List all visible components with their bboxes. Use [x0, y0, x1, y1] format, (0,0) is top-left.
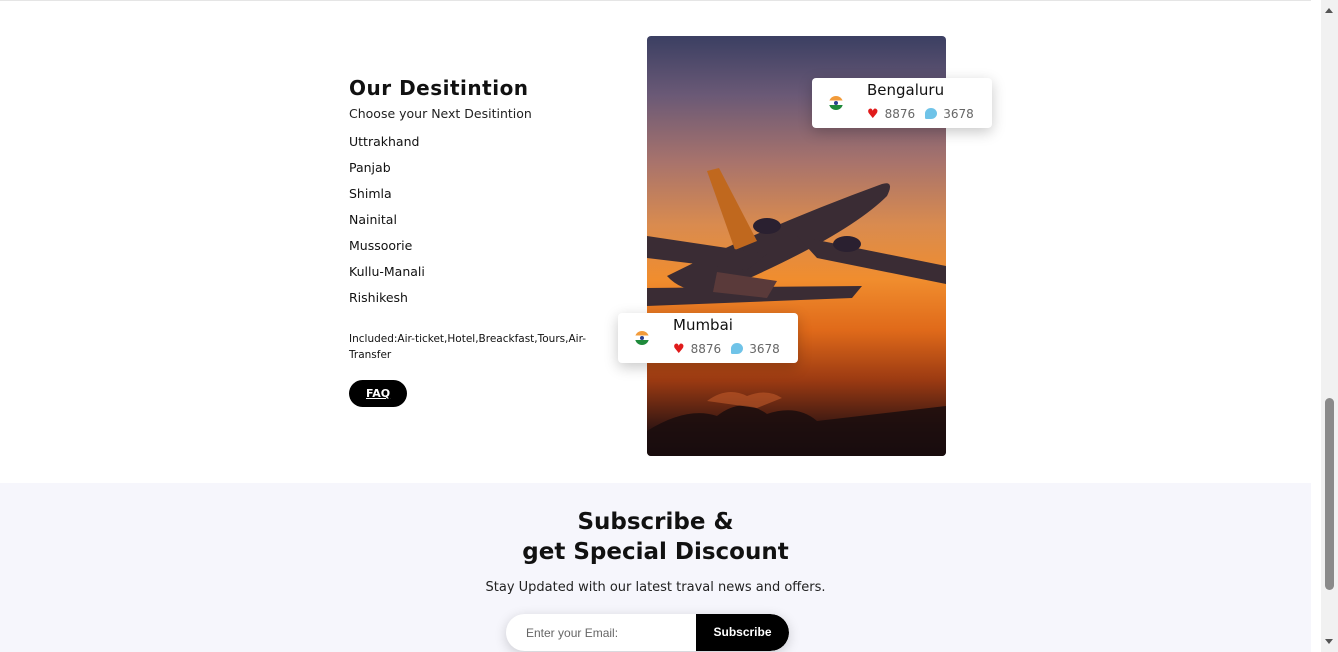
email-input[interactable]: [506, 614, 716, 651]
card-city: Bengaluru: [867, 81, 945, 99]
card-stats: ♥ 8876 3678: [867, 107, 974, 122]
location-card-bengaluru[interactable]: Bengaluru ♥ 8876 3678: [812, 78, 992, 128]
likes-count: 8876: [884, 107, 916, 121]
comment-icon[interactable]: [731, 343, 744, 354]
destinations-section: Our Desitintion Choose your Next Desitin…: [349, 75, 609, 407]
subscribe-button[interactable]: Subscribe: [696, 614, 789, 651]
comment-icon[interactable]: [925, 108, 938, 119]
scroll-up-arrow-icon[interactable]: [1325, 8, 1333, 13]
scroll-down-arrow-icon[interactable]: [1325, 639, 1333, 644]
destination-item-kullu-manali: Kullu-Manali: [349, 264, 425, 279]
heart-icon[interactable]: ♥: [673, 342, 685, 357]
destination-item-rishikesh: Rishikesh: [349, 290, 408, 305]
card-city: Mumbai: [673, 316, 733, 334]
top-divider: [0, 0, 1311, 1]
vertical-scrollbar[interactable]: [1321, 0, 1338, 652]
subscribe-tagline: Stay Updated with our latest traval news…: [485, 580, 826, 595]
subscribe-form: Subscribe: [506, 614, 789, 651]
subscribe-title: Subscribe & get Special Discount: [0, 507, 1311, 567]
destination-item-uttrakhand: Uttrakhand: [349, 134, 420, 149]
card-stats: ♥ 8876 3678: [673, 342, 780, 357]
included-text: Included:Air-ticket,Hotel,Breackfast,Tou…: [349, 333, 586, 361]
destination-item-panjab: Panjab: [349, 160, 391, 175]
destination-item-nainital: Nainital: [349, 212, 397, 227]
india-flag-icon: [829, 96, 843, 110]
heart-icon[interactable]: ♥: [867, 107, 879, 122]
destinations-title: Our Desitintion: [349, 76, 529, 100]
india-flag-icon: [635, 331, 649, 345]
subscribe-title-line2: get Special Discount: [522, 539, 789, 565]
comments-count: 3678: [749, 342, 780, 356]
faq-button[interactable]: FAQ: [349, 380, 408, 407]
likes-count: 8876: [690, 342, 722, 356]
destinations-list: Uttrakhand Panjab Shimla Nainital Mussoo…: [349, 133, 609, 315]
subscribe-section: Subscribe & get Special Discount Stay Up…: [0, 483, 1311, 652]
comments-count: 3678: [943, 107, 974, 121]
destination-item-mussoorie: Mussoorie: [349, 238, 413, 253]
location-card-mumbai[interactable]: Mumbai ♥ 8876 3678: [618, 313, 798, 363]
subscribe-title-line1: Subscribe &: [577, 509, 734, 535]
scrollbar-thumb[interactable]: [1325, 398, 1334, 590]
destinations-subtitle: Choose your Next Desitintion: [349, 106, 532, 121]
destination-item-shimla: Shimla: [349, 186, 392, 201]
